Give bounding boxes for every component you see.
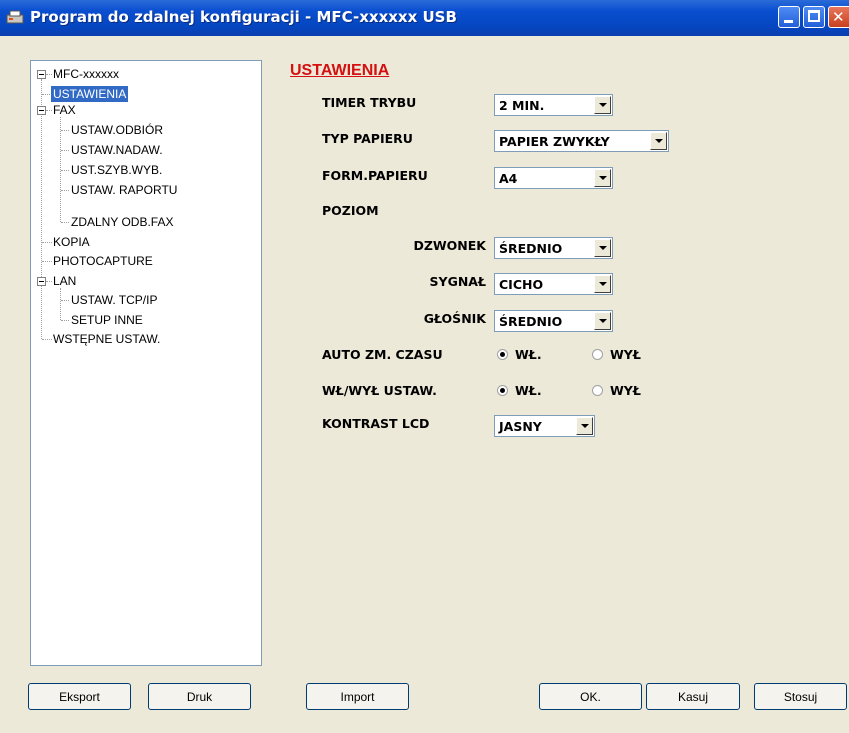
- settings-tree[interactable]: MFC-xxxxxx USTAWIENIA FAX USTAW.ODBIÓR U…: [30, 60, 262, 666]
- radio-selected-icon: [497, 349, 508, 360]
- typ-papieru-label: TYP PAPIERU: [322, 131, 413, 146]
- tree-item-photocapture[interactable]: PHOTOCAPTURE: [53, 253, 153, 269]
- auto-zm-czasu-on-label: WŁ.: [515, 347, 542, 362]
- app-icon: [6, 10, 24, 24]
- tree-connector: [42, 242, 52, 243]
- form-papieru-label: FORM.PAPIERU: [322, 168, 428, 183]
- sygnal-value: CICHO: [499, 277, 544, 292]
- timer-trybu-label: TIMER TRYBU: [322, 95, 417, 110]
- tree-connector: [61, 222, 69, 223]
- tree-connector: [46, 110, 52, 111]
- wl-wyl-ustaw-on-label: WŁ.: [515, 383, 542, 398]
- dzwonek-select[interactable]: ŚREDNIO: [494, 237, 613, 259]
- minimize-button[interactable]: [778, 6, 800, 28]
- tree-item-ustaw-raportu[interactable]: USTAW. RAPORTU: [71, 182, 177, 198]
- timer-trybu-select[interactable]: 2 MIN.: [494, 94, 613, 116]
- radio-empty-icon: [592, 349, 603, 360]
- import-button[interactable]: Import: [306, 683, 409, 710]
- tree-item-zdalny-odb-fax[interactable]: ZDALNY ODB.FAX: [71, 214, 173, 230]
- tree-item-lan[interactable]: LAN: [53, 273, 76, 289]
- dropdown-arrow-icon[interactable]: [594, 96, 611, 114]
- sygnal-select[interactable]: CICHO: [494, 273, 613, 295]
- tree-item-setup-inne[interactable]: SETUP INNE: [71, 312, 143, 328]
- radio-selected-icon: [497, 385, 508, 396]
- glosnik-select[interactable]: ŚREDNIO: [494, 310, 613, 332]
- tree-connector: [46, 74, 52, 75]
- dzwonek-value: ŚREDNIO: [499, 241, 563, 256]
- radio-empty-icon: [592, 385, 603, 396]
- dropdown-arrow-icon[interactable]: [594, 239, 611, 257]
- kontrast-lcd-select[interactable]: JASNY: [494, 415, 595, 437]
- tree-item-root[interactable]: MFC-xxxxxx: [53, 66, 119, 82]
- eksport-button[interactable]: Eksport: [28, 683, 131, 710]
- typ-papieru-select[interactable]: PAPIER ZWYKŁY: [494, 130, 669, 152]
- glosnik-label: GŁOŚNIK: [423, 311, 486, 326]
- tree-connector: [46, 281, 52, 282]
- auto-zm-czasu-off-label: WYŁ: [610, 347, 641, 362]
- tree-item-ustawienia[interactable]: USTAWIENIA: [51, 86, 129, 102]
- tree-connector: [61, 320, 69, 321]
- tree-connector: [42, 261, 52, 262]
- tree-collapse-icon[interactable]: [37, 277, 46, 286]
- auto-zm-czasu-on-radio[interactable]: WŁ.: [497, 347, 542, 362]
- tree-connector: [60, 288, 61, 320]
- tree-item-ustaw-nadaw[interactable]: USTAW.NADAW.: [71, 142, 163, 158]
- tree-connector: [61, 300, 69, 301]
- timer-trybu-value: 2 MIN.: [499, 98, 545, 113]
- tree-item-ust-szyb-wyb[interactable]: UST.SZYB.WYB.: [71, 162, 162, 178]
- poziom-label: POZIOM: [322, 203, 379, 218]
- kasuj-button[interactable]: Kasuj: [646, 683, 740, 710]
- tree-connector: [61, 130, 69, 131]
- tree-item-ustaw-odbior[interactable]: USTAW.ODBIÓR: [71, 122, 163, 138]
- close-button[interactable]: ✕: [828, 6, 849, 28]
- tree-collapse-icon[interactable]: [37, 70, 46, 79]
- maximize-button[interactable]: [803, 6, 825, 28]
- dropdown-arrow-icon[interactable]: [594, 312, 611, 330]
- maximize-icon: [808, 10, 820, 22]
- typ-papieru-value: PAPIER ZWYKŁY: [499, 134, 610, 149]
- kontrast-lcd-label: KONTRAST LCD: [322, 416, 430, 431]
- minimize-icon: [784, 20, 793, 23]
- tree-connector: [61, 190, 69, 191]
- tree-collapse-icon[interactable]: [37, 106, 46, 115]
- tree-item-ustaw-tcpip[interactable]: USTAW. TCP/IP: [71, 292, 157, 308]
- druk-button[interactable]: Druk: [148, 683, 251, 710]
- sygnal-label: SYGNAŁ: [429, 274, 486, 289]
- wl-wyl-ustaw-off-radio[interactable]: WYŁ: [592, 383, 641, 398]
- stosuj-button[interactable]: Stosuj: [754, 683, 847, 710]
- tree-item-wstepne-ustaw[interactable]: WSTĘPNE USTAW.: [53, 331, 160, 347]
- tree-connector: [41, 79, 42, 339]
- ok-button[interactable]: OK.: [539, 683, 642, 710]
- tree-connector: [42, 339, 52, 340]
- tree-item-fax[interactable]: FAX: [53, 102, 76, 118]
- glosnik-value: ŚREDNIO: [499, 314, 563, 329]
- form-papieru-value: A4: [499, 171, 518, 186]
- dropdown-arrow-icon[interactable]: [594, 169, 611, 187]
- tree-item-kopia[interactable]: KOPIA: [53, 234, 90, 250]
- window-title: Program do zdalnej konfiguracji - MFC-xx…: [30, 8, 457, 26]
- dropdown-arrow-icon[interactable]: [594, 275, 611, 293]
- dropdown-arrow-icon[interactable]: [650, 132, 667, 150]
- tree-connector: [61, 170, 69, 171]
- auto-zm-czasu-off-radio[interactable]: WYŁ: [592, 347, 641, 362]
- dzwonek-label: DZWONEK: [413, 238, 486, 253]
- wl-wyl-ustaw-off-label: WYŁ: [610, 383, 641, 398]
- tree-connector: [61, 150, 69, 151]
- auto-zm-czasu-label: AUTO ZM. CZASU: [322, 347, 443, 362]
- title-bar[interactable]: Program do zdalnej konfiguracji - MFC-xx…: [0, 0, 849, 36]
- wl-wyl-ustaw-on-radio[interactable]: WŁ.: [497, 383, 542, 398]
- form-papieru-select[interactable]: A4: [494, 167, 613, 189]
- section-heading: USTAWIENIA: [290, 62, 390, 79]
- kontrast-lcd-value: JASNY: [499, 419, 542, 434]
- dropdown-arrow-icon[interactable]: [576, 417, 593, 435]
- wl-wyl-ustaw-label: WŁ/WYŁ USTAW.: [322, 383, 437, 398]
- close-icon: ✕: [832, 8, 845, 26]
